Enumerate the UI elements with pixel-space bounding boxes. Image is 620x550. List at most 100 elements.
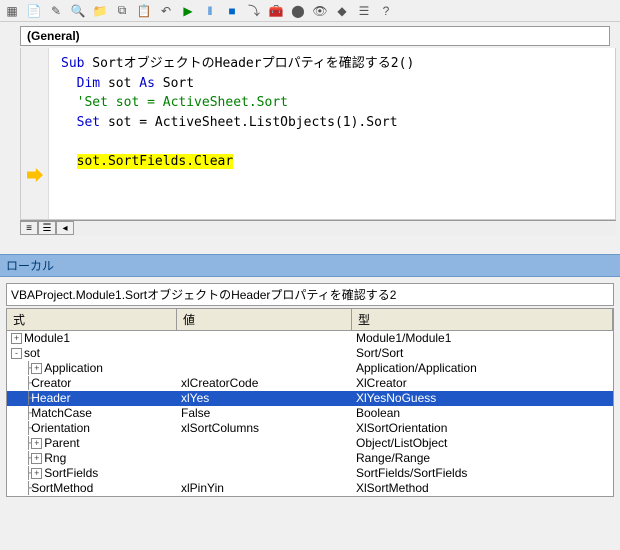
locals-var-name: Module1 [24, 331, 70, 346]
insert-icon[interactable]: ✎ [48, 3, 64, 19]
locals-cell-type: Boolean [352, 406, 613, 421]
locals-cell-expression: ├ MatchCase [7, 406, 177, 421]
code-body[interactable]: Sub SortオブジェクトのHeaderプロパティを確認する2() Dim s… [55, 48, 615, 177]
locals-cell-expression: ├ Creator [7, 376, 177, 391]
collapse-icon[interactable]: - [11, 348, 22, 359]
find-icon[interactable]: 🔍 [70, 3, 86, 19]
locals-cell-value: xlYes [177, 391, 352, 406]
code-editor[interactable]: Sub SortオブジェクトのHeaderプロパティを確認する2() Dim s… [20, 48, 616, 220]
undo-icon[interactable]: ↶ [158, 3, 174, 19]
expand-icon[interactable]: + [31, 453, 42, 464]
locals-row[interactable]: ├ HeaderxlYesXlYesNoGuess [7, 391, 613, 406]
col-header-type[interactable]: 型 [352, 309, 613, 330]
sheet-icon[interactable]: 📄 [26, 3, 42, 19]
locals-row[interactable]: ├ + Rng Range/Range [7, 451, 613, 466]
locals-cell-expression: ├ + Application [7, 361, 177, 376]
locals-cell-value [177, 436, 352, 451]
locals-cell-expression: ├ + SortFields [7, 466, 177, 481]
locals-row[interactable]: ├ + SortFields SortFields/SortFields [7, 466, 613, 481]
full-view-button[interactable]: ≡ [20, 221, 38, 235]
locals-cell-value [177, 466, 352, 481]
locals-cell-expression: ├ Orientation [7, 421, 177, 436]
locals-row[interactable]: - sot Sort/Sort [7, 346, 613, 361]
toolbar: ▦ 📄 ✎ 🔍 📁 ⧉ 📋 ↶ ▶ ‖ ■ ⤵ 🧰 ⬤ 👁 ◆ ☰ ? [0, 0, 620, 22]
copy-icon[interactable]: ⧉ [114, 3, 130, 19]
expand-icon[interactable]: + [31, 363, 42, 374]
locals-title: ローカル [0, 254, 620, 277]
code-comment: 'Set sot = ActiveSheet.Sort [77, 95, 288, 110]
locals-cell-expression: ├ + Rng [7, 451, 177, 466]
locals-var-name: Parent [44, 436, 79, 451]
proc-view-button[interactable]: ☰ [38, 221, 56, 235]
locals-var-name: SortFields [44, 466, 98, 481]
step-icon[interactable]: ⤵ [246, 3, 262, 19]
locals-cell-value [177, 451, 352, 466]
left-scroll-button[interactable]: ◂ [56, 221, 74, 235]
expand-icon[interactable]: + [31, 468, 42, 479]
pause-icon[interactable]: ‖ [202, 3, 218, 19]
locals-row[interactable]: ├ CreatorxlCreatorCodeXlCreator [7, 376, 613, 391]
locals-cell-type: Module1/Module1 [352, 331, 613, 346]
locals-cell-expression: - sot [7, 346, 177, 361]
keyword-set: Set [77, 115, 100, 130]
object-dropdown[interactable]: (General) [20, 26, 610, 46]
keyword-dim: Dim [77, 76, 100, 91]
col-header-expression[interactable]: 式 [7, 309, 177, 330]
locals-cell-type: Object/ListObject [352, 436, 613, 451]
paste-icon[interactable]: 📋 [136, 3, 152, 19]
locals-cell-type: Range/Range [352, 451, 613, 466]
locals-cell-type: SortFields/SortFields [352, 466, 613, 481]
locals-cell-expression: + Module1 [7, 331, 177, 346]
locals-grid-body: + Module1Module1/Module1- sotSort/Sort├ … [7, 331, 613, 496]
locals-grid-header: 式 値 型 [7, 309, 613, 331]
locals-row[interactable]: ├ OrientationxlSortColumnsXlSortOrientat… [7, 421, 613, 436]
expand-icon[interactable]: + [11, 333, 22, 344]
locals-var-name: MatchCase [31, 406, 92, 421]
locals-context[interactable]: VBAProject.Module1.SortオブジェクトのHeaderプロパテ… [6, 283, 614, 306]
locals-cell-value: False [177, 406, 352, 421]
locals-cell-expression: ├ Header [7, 391, 177, 406]
col-header-value[interactable]: 値 [177, 309, 352, 330]
props-icon[interactable]: ☰ [356, 3, 372, 19]
locals-cell-expression: ├ SortMethod [7, 481, 177, 496]
keyword-as: As [139, 76, 155, 91]
breakpoint-icon[interactable]: ⬤ [290, 3, 306, 19]
locals-row[interactable]: ├ + Parent Object/ListObject [7, 436, 613, 451]
locals-var-name: Application [44, 361, 103, 376]
code-gutter [21, 48, 49, 219]
locals-var-name: Header [31, 391, 70, 406]
locals-cell-value: xlCreatorCode [177, 376, 352, 391]
locals-cell-value: xlPinYin [177, 481, 352, 496]
toolbox-icon[interactable]: 🧰 [268, 3, 284, 19]
sub-name: SortオブジェクトのHeaderプロパティを確認する2() [84, 56, 414, 71]
locals-cell-type: XlSortOrientation [352, 421, 613, 436]
locals-var-name: Orientation [31, 421, 90, 436]
locals-cell-value [177, 346, 352, 361]
locals-cell-type: Application/Application [352, 361, 613, 376]
folder-icon[interactable]: 📁 [92, 3, 108, 19]
locals-row[interactable]: ├ + Application Application/Application [7, 361, 613, 376]
locals-grid: 式 値 型 + Module1 Module1/Module1 - sot Sort/… [6, 308, 614, 497]
stop-icon[interactable]: ■ [224, 3, 240, 19]
excel-icon[interactable]: ▦ [4, 3, 20, 19]
locals-cell-value [177, 361, 352, 376]
locals-cell-type: Sort/Sort [352, 346, 613, 361]
object-dropdown-area: (General) [0, 22, 620, 48]
keyword-sub: Sub [61, 56, 84, 71]
locals-row[interactable]: + Module1 Module1/Module1 [7, 331, 613, 346]
view-mode-buttons: ≡ ☰ ◂ [20, 220, 616, 236]
locals-cell-type: XlSortMethod [352, 481, 613, 496]
locals-var-name: SortMethod [31, 481, 93, 496]
help-icon[interactable]: ? [378, 3, 394, 19]
watch-icon[interactable]: 👁 [312, 3, 328, 19]
locals-row[interactable]: ├ SortMethodxlPinYinXlSortMethod [7, 481, 613, 496]
locals-row[interactable]: ├ MatchCaseFalseBoolean [7, 406, 613, 421]
play-icon[interactable]: ▶ [180, 3, 196, 19]
expand-icon[interactable]: + [31, 438, 42, 449]
current-line-highlight: sot.SortFields.Clear [77, 154, 234, 169]
locals-cell-type: XlYesNoGuess [352, 391, 613, 406]
locals-cell-expression: ├ + Parent [7, 436, 177, 451]
locals-var-name: Rng [44, 451, 66, 466]
bookmark-icon[interactable]: ◆ [334, 3, 350, 19]
locals-cell-value [177, 331, 352, 346]
